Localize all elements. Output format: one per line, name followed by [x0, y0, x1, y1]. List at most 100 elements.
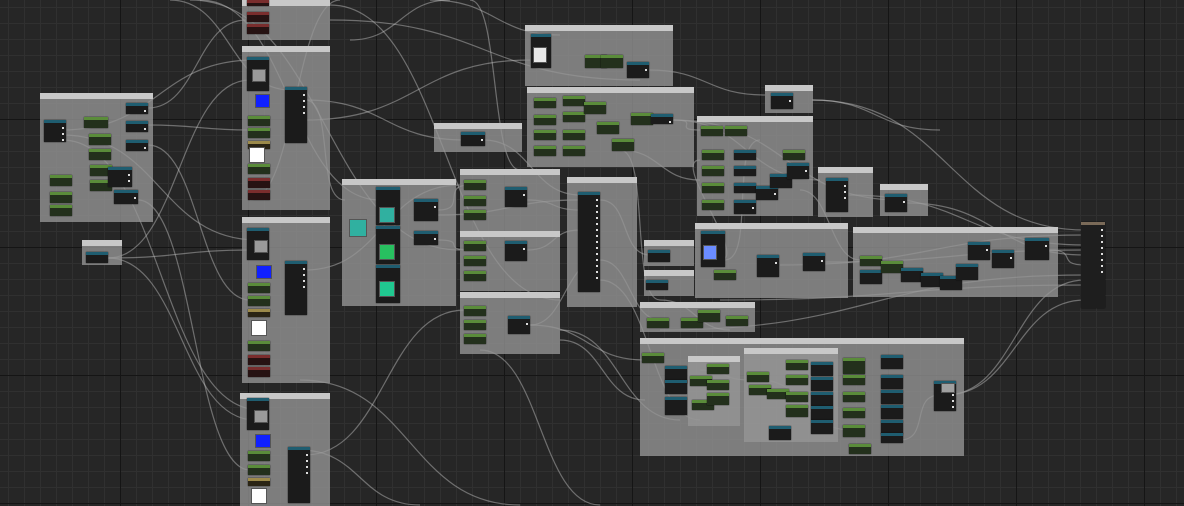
- function-node[interactable]: [44, 120, 66, 142]
- output-pins[interactable]: [752, 207, 754, 213]
- parameter-node[interactable]: [783, 150, 805, 160]
- output-pins[interactable]: [523, 194, 525, 200]
- parameter-node[interactable]: [702, 200, 724, 210]
- output-pins[interactable]: [1010, 257, 1012, 263]
- parameter-node[interactable]: [843, 408, 865, 418]
- output-pins[interactable]: [303, 268, 305, 292]
- function-node[interactable]: [734, 166, 756, 176]
- output-pins[interactable]: [805, 170, 807, 176]
- output-pins[interactable]: [434, 238, 436, 244]
- output-pins[interactable]: [481, 139, 483, 145]
- function-node[interactable]: [505, 187, 527, 207]
- parameter-node[interactable]: [534, 115, 556, 125]
- parameter-node[interactable]: [631, 113, 653, 125]
- function-node[interactable]: [757, 255, 779, 277]
- output-pins[interactable]: [775, 262, 777, 268]
- parameter-node[interactable]: [642, 353, 664, 363]
- parameter-node[interactable]: [843, 425, 865, 437]
- vector-node[interactable]: [248, 190, 270, 200]
- parameter-node[interactable]: [707, 364, 729, 374]
- function-node[interactable]: [881, 390, 903, 404]
- parameter-node[interactable]: [714, 270, 736, 280]
- function-node[interactable]: [881, 355, 903, 369]
- parameter-node[interactable]: [534, 146, 556, 156]
- parameter-node[interactable]: [707, 393, 729, 405]
- output-pins[interactable]: [986, 249, 988, 255]
- parameter-node[interactable]: [464, 210, 486, 220]
- vector-node[interactable]: [248, 367, 270, 377]
- vector-node[interactable]: [247, 24, 269, 34]
- parameter-node[interactable]: [50, 205, 72, 216]
- function-node[interactable]: [881, 420, 903, 434]
- function-node[interactable]: [734, 150, 756, 160]
- output-pins[interactable]: [774, 193, 776, 199]
- vector-node[interactable]: [247, 12, 269, 22]
- function-node[interactable]: [285, 261, 307, 315]
- function-node[interactable]: [508, 316, 530, 334]
- output-pins[interactable]: [1045, 245, 1047, 251]
- parameter-node[interactable]: [248, 164, 270, 174]
- parameter-node[interactable]: [843, 375, 865, 385]
- material-output-node[interactable]: [1081, 222, 1105, 308]
- parameter-node[interactable]: [50, 192, 72, 203]
- parameter-node[interactable]: [647, 318, 669, 328]
- function-node[interactable]: [956, 264, 978, 280]
- parameter-node[interactable]: [843, 392, 865, 402]
- output-pins[interactable]: [669, 121, 671, 127]
- function-node[interactable]: [968, 242, 990, 260]
- parameter-node[interactable]: [84, 117, 108, 128]
- parameter-node[interactable]: [701, 126, 723, 136]
- parameter-node[interactable]: [881, 261, 903, 273]
- parameter-node[interactable]: [849, 444, 871, 454]
- parameter-node[interactable]: [464, 334, 486, 344]
- parameter-node[interactable]: [786, 360, 808, 370]
- parameter-node[interactable]: [702, 166, 724, 176]
- vector-node[interactable]: [248, 178, 270, 188]
- parameter-node[interactable]: [464, 271, 486, 281]
- parameter-node[interactable]: [747, 372, 769, 382]
- output-pins[interactable]: [434, 206, 436, 212]
- function-node[interactable]: [126, 140, 148, 151]
- function-node[interactable]: [648, 250, 670, 262]
- texture-node[interactable]: [248, 478, 270, 486]
- function-node[interactable]: [881, 405, 903, 419]
- parameter-node[interactable]: [534, 98, 556, 108]
- output-pins[interactable]: [789, 100, 791, 106]
- function-node[interactable]: [288, 447, 310, 503]
- function-node[interactable]: [771, 93, 793, 109]
- parameter-node[interactable]: [89, 134, 111, 145]
- function-node[interactable]: [881, 375, 903, 389]
- function-node[interactable]: [769, 426, 791, 440]
- function-node[interactable]: [651, 114, 673, 124]
- parameter-node[interactable]: [563, 96, 585, 106]
- parameter-node[interactable]: [707, 380, 729, 390]
- function-node[interactable]: [1025, 238, 1049, 260]
- parameter-node[interactable]: [248, 296, 270, 306]
- function-node[interactable]: [885, 194, 907, 212]
- parameter-node[interactable]: [698, 310, 720, 322]
- parameter-node[interactable]: [563, 146, 585, 156]
- function-node[interactable]: [578, 192, 600, 292]
- parameter-node[interactable]: [702, 183, 724, 193]
- parameter-node[interactable]: [786, 392, 808, 402]
- parameter-node[interactable]: [584, 102, 606, 114]
- function-node[interactable]: [126, 103, 148, 114]
- texture-node[interactable]: [248, 309, 270, 317]
- parameter-node[interactable]: [601, 55, 623, 68]
- function-node[interactable]: [505, 241, 527, 261]
- parameter-node[interactable]: [860, 256, 882, 266]
- output-pins[interactable]: [821, 260, 823, 266]
- function-node[interactable]: [627, 62, 649, 78]
- function-node[interactable]: [108, 167, 132, 187]
- function-node[interactable]: [881, 433, 903, 443]
- parameter-node[interactable]: [464, 306, 486, 316]
- function-node[interactable]: [126, 121, 148, 132]
- parameter-node[interactable]: [248, 465, 270, 475]
- function-node[interactable]: [811, 392, 833, 406]
- function-node[interactable]: [811, 377, 833, 391]
- function-node[interactable]: [734, 200, 756, 214]
- parameter-node[interactable]: [464, 320, 486, 330]
- parameter-node[interactable]: [248, 283, 270, 293]
- function-node[interactable]: [811, 420, 833, 434]
- output-pins[interactable]: [645, 69, 647, 75]
